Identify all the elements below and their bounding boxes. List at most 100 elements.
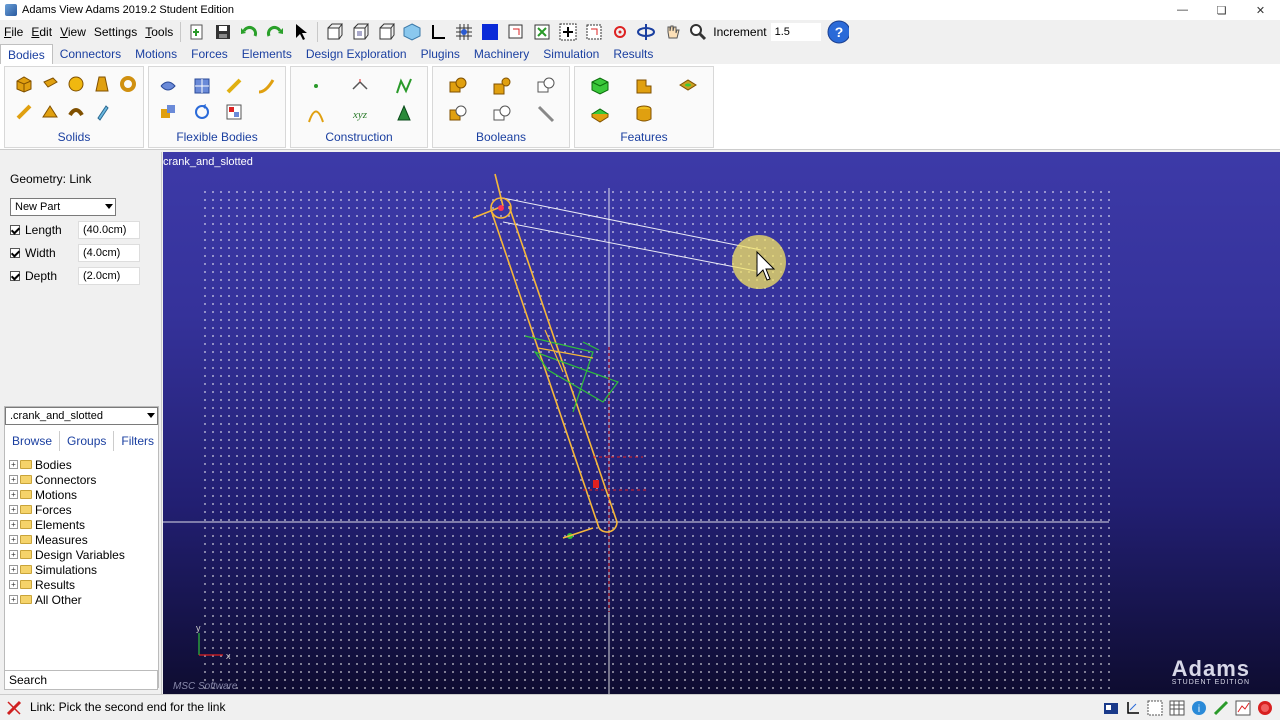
- plot-icon[interactable]: [1233, 698, 1252, 717]
- pan-hand-icon[interactable]: [661, 21, 683, 43]
- box-icon[interactable]: [13, 73, 35, 95]
- fit-icon[interactable]: [531, 21, 553, 43]
- width-field[interactable]: (4.0cm): [78, 244, 140, 262]
- frustum-icon[interactable]: [91, 73, 113, 95]
- tree-item-forces[interactable]: + Forces: [9, 502, 125, 517]
- expand-icon[interactable]: +: [9, 535, 18, 544]
- flex-link-icon[interactable]: [255, 75, 277, 97]
- tab-bodies[interactable]: Bodies: [0, 44, 53, 64]
- tab-motions[interactable]: Motions: [128, 44, 184, 64]
- color-icon[interactable]: [479, 21, 501, 43]
- model-icon[interactable]: [1101, 698, 1120, 717]
- view-toggle-icon[interactable]: [1145, 698, 1164, 717]
- split-icon[interactable]: [491, 103, 513, 125]
- select-arrow-icon[interactable]: [290, 21, 312, 43]
- expand-icon[interactable]: +: [9, 460, 18, 469]
- help-icon[interactable]: ?: [827, 20, 849, 44]
- maximize-button[interactable]: ❏: [1202, 0, 1241, 20]
- tab-results[interactable]: Results: [606, 44, 660, 64]
- tab-plugins[interactable]: Plugins: [414, 44, 467, 64]
- expand-icon[interactable]: +: [9, 520, 18, 529]
- tree-item-elements[interactable]: + Elements: [9, 517, 125, 532]
- sphere-icon[interactable]: [65, 73, 87, 95]
- expand-icon[interactable]: +: [9, 505, 18, 514]
- expand-icon[interactable]: +: [9, 565, 18, 574]
- tab-connectors[interactable]: Connectors: [53, 44, 128, 64]
- coordinate-icon[interactable]: [1123, 698, 1142, 717]
- redo-icon[interactable]: [264, 21, 286, 43]
- view-zoom-icon[interactable]: [505, 21, 527, 43]
- marker-icon[interactable]: [349, 75, 371, 97]
- zoom-box-icon[interactable]: [557, 21, 579, 43]
- boss-icon[interactable]: [589, 103, 611, 125]
- flex-swap-icon[interactable]: [157, 101, 179, 123]
- link-icon[interactable]: [13, 101, 35, 123]
- tab-forces[interactable]: Forces: [184, 44, 235, 64]
- view-iso-icon[interactable]: [349, 21, 371, 43]
- cut-icon[interactable]: [447, 103, 469, 125]
- tree-item-results[interactable]: + Results: [9, 577, 125, 592]
- grid-icon[interactable]: [453, 21, 475, 43]
- modeling-viewport[interactable]: crank_and_slotted y x MSC Software Adams…: [163, 152, 1280, 694]
- viewflex-icon[interactable]: [191, 75, 213, 97]
- part-option-dropdown[interactable]: New Part: [10, 198, 116, 216]
- fillet-icon[interactable]: [633, 75, 655, 97]
- intersect-icon[interactable]: [535, 75, 557, 97]
- point-icon[interactable]: [305, 75, 327, 97]
- tree-item-connectors[interactable]: + Connectors: [9, 472, 125, 487]
- length-field[interactable]: (40.0cm): [78, 221, 140, 239]
- menu-edit[interactable]: Edit: [27, 25, 56, 39]
- expand-icon[interactable]: +: [9, 595, 18, 604]
- hole-icon[interactable]: [677, 75, 699, 97]
- tab-simulation[interactable]: Simulation: [536, 44, 606, 64]
- tree-item-all-other[interactable]: + All Other: [9, 592, 125, 607]
- cone-icon[interactable]: [393, 103, 415, 125]
- undo-icon[interactable]: [238, 21, 260, 43]
- measure-icon[interactable]: [1211, 698, 1230, 717]
- flex-rotate-icon[interactable]: [191, 101, 213, 123]
- view-front-icon[interactable]: [323, 21, 345, 43]
- flex-body-icon[interactable]: [157, 75, 179, 97]
- center-icon[interactable]: [609, 21, 631, 43]
- close-button[interactable]: ✕: [1241, 0, 1280, 20]
- width-checkbox[interactable]: [10, 248, 20, 258]
- tab-browse[interactable]: Browse: [5, 431, 61, 451]
- tab-filters[interactable]: Filters: [114, 431, 163, 451]
- tree-item-design-variables[interactable]: + Design Variables: [9, 547, 125, 562]
- menu-view[interactable]: View: [56, 25, 90, 39]
- table-icon[interactable]: [1167, 698, 1186, 717]
- menu-settings[interactable]: Settings: [90, 25, 141, 39]
- chain-icon[interactable]: [535, 103, 557, 125]
- increment-input[interactable]: [770, 23, 821, 41]
- triad-icon[interactable]: [427, 21, 449, 43]
- new-model-icon[interactable]: [186, 21, 208, 43]
- model-dropdown[interactable]: .crank_and_slotted: [5, 407, 158, 425]
- tab-machinery[interactable]: Machinery: [467, 44, 536, 64]
- flex-grid-icon[interactable]: [223, 101, 245, 123]
- length-checkbox[interactable]: [10, 225, 20, 235]
- tab-elements[interactable]: Elements: [235, 44, 299, 64]
- render-icon[interactable]: [401, 21, 423, 43]
- menu-file[interactable]: File: [0, 25, 27, 39]
- search-input[interactable]: Search: [4, 670, 158, 690]
- cylinder-icon[interactable]: [39, 73, 61, 95]
- tab-groups[interactable]: Groups: [60, 431, 115, 451]
- tree-item-measures[interactable]: + Measures: [9, 532, 125, 547]
- zoom-magnifier-icon[interactable]: [687, 21, 709, 43]
- expand-icon[interactable]: +: [9, 490, 18, 499]
- shell-icon[interactable]: [633, 103, 655, 125]
- info-icon[interactable]: i: [1189, 698, 1208, 717]
- merge-icon[interactable]: [491, 75, 513, 97]
- save-icon[interactable]: [212, 21, 234, 43]
- minimize-button[interactable]: —: [1163, 0, 1202, 20]
- zoom-region-icon[interactable]: [583, 21, 605, 43]
- stop-icon[interactable]: [1255, 698, 1274, 717]
- chamfer-icon[interactable]: [589, 75, 611, 97]
- depth-field[interactable]: (2.0cm): [78, 267, 140, 285]
- revolution-icon[interactable]: [91, 101, 113, 123]
- view-side-icon[interactable]: [375, 21, 397, 43]
- flex-beam-icon[interactable]: [223, 75, 245, 97]
- expand-icon[interactable]: +: [9, 580, 18, 589]
- tree-item-bodies[interactable]: + Bodies: [9, 457, 125, 472]
- extrusion-icon[interactable]: [65, 101, 87, 123]
